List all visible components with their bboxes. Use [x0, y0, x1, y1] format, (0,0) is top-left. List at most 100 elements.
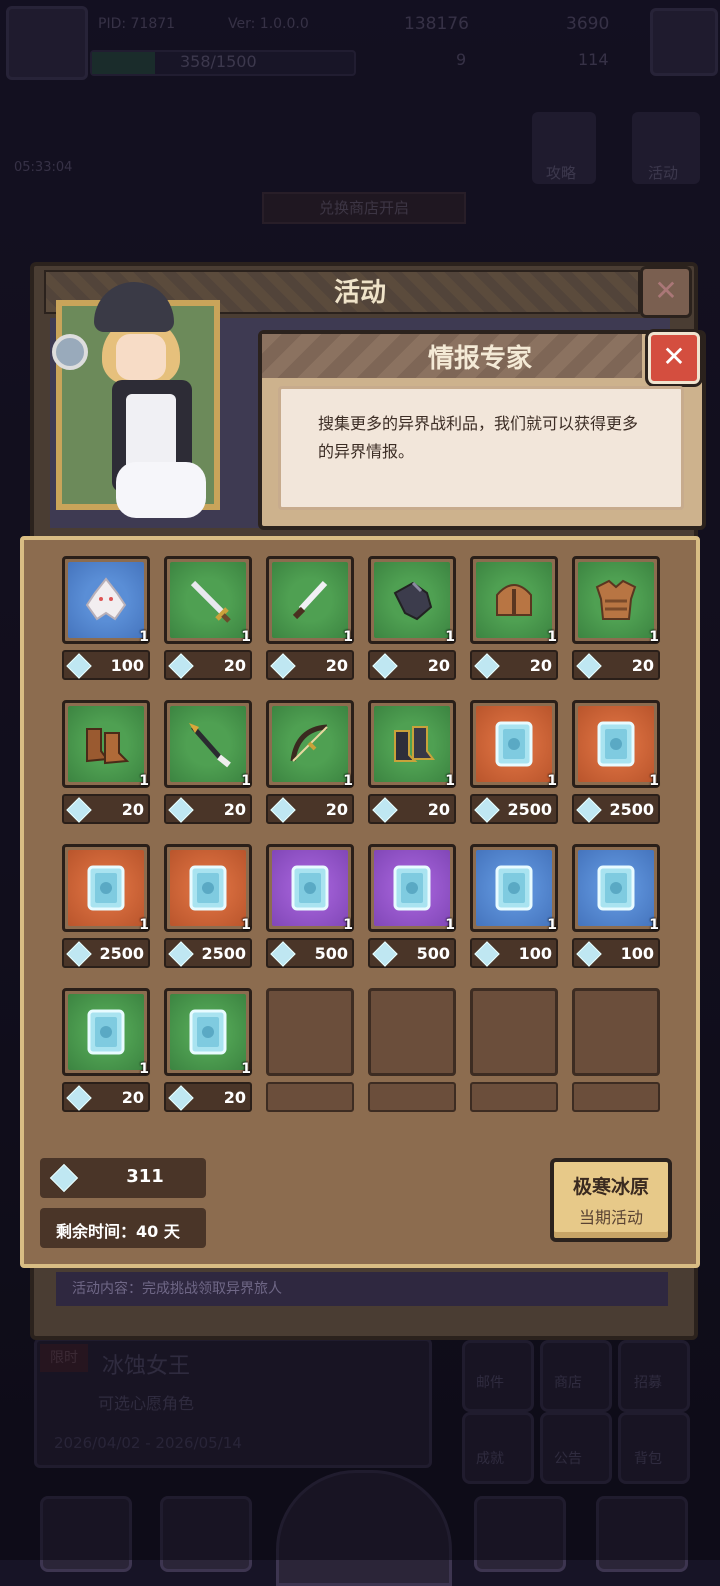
- item-quantity: 1: [139, 629, 149, 645]
- coin-count: 138176: [404, 14, 469, 34]
- bow-icon: [285, 719, 335, 769]
- nav-button-5[interactable]: [596, 1496, 688, 1572]
- shop-item-slot[interactable]: 1: [164, 844, 252, 933]
- guide-label: 攻略: [546, 164, 577, 182]
- currency-amount: 311: [126, 1166, 164, 1187]
- price-amount: 500: [416, 944, 450, 963]
- item-price: 20: [164, 1082, 252, 1112]
- shop-item-slot[interactable]: 1: [62, 700, 150, 789]
- settings-gear-icon[interactable]: [650, 8, 718, 76]
- item-quantity: 1: [241, 629, 251, 645]
- item-quantity: 1: [547, 917, 557, 933]
- current-event-button[interactable]: 极寒冰原 当期活动: [550, 1158, 672, 1242]
- level-progress-fill: [92, 52, 155, 74]
- crystal-icon: [474, 941, 500, 967]
- shop-item-slot[interactable]: 1: [368, 844, 456, 933]
- currency-box: 311: [40, 1158, 206, 1198]
- crystal-icon: [270, 797, 296, 823]
- top-bar: PID: 71871 Ver: 1.0.0.0 138176 3690 358/…: [0, 0, 720, 80]
- price-amount: 2500: [99, 944, 144, 963]
- crystal-icon: [66, 653, 92, 679]
- item-quantity: 1: [139, 1061, 149, 1077]
- empty-slot: [470, 988, 558, 1076]
- price-amount: 20: [223, 1088, 246, 1107]
- armor-icon: [591, 575, 641, 625]
- rune-card-icon: [183, 1007, 233, 1057]
- shop-item-slot[interactable]: 1: [572, 556, 660, 645]
- item-price: 20: [266, 650, 354, 680]
- nav-button-1[interactable]: [40, 1496, 132, 1572]
- crystal-icon: [49, 1163, 79, 1193]
- player-id: PID: 71871: [98, 16, 176, 32]
- gauntlet-icon: [387, 575, 437, 625]
- item-quantity: 1: [139, 773, 149, 789]
- item-quantity: 1: [343, 917, 353, 933]
- empty-price: [368, 1082, 456, 1112]
- shop-item-slot[interactable]: 1: [266, 556, 354, 645]
- nav-button-2[interactable]: [160, 1496, 252, 1572]
- shop-item-slot[interactable]: 1: [470, 844, 558, 933]
- crystal-icon: [576, 653, 602, 679]
- crystal-icon: [168, 941, 194, 967]
- shop-item-slot[interactable]: 1: [62, 988, 150, 1077]
- price-amount: 2500: [507, 800, 552, 819]
- shop-item-slot[interactable]: 1: [266, 700, 354, 789]
- dialog-close-icon[interactable]: ✕: [648, 332, 700, 384]
- maid-character-icon: [52, 282, 232, 532]
- player-avatar[interactable]: [6, 6, 88, 80]
- rune-card-icon: [183, 863, 233, 913]
- price-amount: 100: [110, 656, 144, 675]
- shop-item-slot[interactable]: 1: [164, 700, 252, 789]
- shop-item-slot[interactable]: 1: [572, 700, 660, 789]
- panel-close-icon[interactable]: ✕: [640, 266, 692, 318]
- panel-title: 活动: [333, 278, 386, 308]
- shop-item-slot[interactable]: 1: [164, 556, 252, 645]
- item-quantity: 1: [445, 773, 455, 789]
- shop-open-banner: 兑换商店开启: [262, 192, 466, 224]
- item-quantity: 1: [139, 917, 149, 933]
- shop-item-slot[interactable]: 1: [62, 556, 150, 645]
- item-quantity: 1: [241, 1061, 251, 1077]
- empty-price: [266, 1082, 354, 1112]
- rune-card-icon: [285, 863, 335, 913]
- event-name: 冰蚀女王: [102, 1354, 191, 1379]
- activity-label: 活动: [648, 164, 679, 182]
- item-price: 20: [368, 650, 456, 680]
- shop-item-slot[interactable]: 1: [266, 844, 354, 933]
- price-amount: 20: [223, 656, 246, 675]
- greaves-icon: [387, 719, 437, 769]
- item-price: 20: [266, 794, 354, 824]
- price-amount: 2500: [609, 800, 654, 819]
- item-quantity: 1: [547, 773, 557, 789]
- price-amount: 20: [121, 800, 144, 819]
- shop-item-slot[interactable]: 1: [470, 700, 558, 789]
- nav-button-4[interactable]: [474, 1496, 566, 1572]
- price-amount: 20: [121, 1088, 144, 1107]
- price-amount: 2500: [201, 944, 246, 963]
- shop-item-slot[interactable]: 1: [470, 556, 558, 645]
- shop-item-slot[interactable]: 1: [572, 844, 660, 933]
- gift-timer: 05:33:04: [14, 160, 73, 175]
- white-dragon-icon: [81, 575, 131, 625]
- shop-item-slot[interactable]: 1: [368, 700, 456, 789]
- item-price: 20: [368, 794, 456, 824]
- magnifier-icon: [52, 334, 88, 370]
- rune-card-icon: [489, 719, 539, 769]
- crystal-icon: [168, 1085, 194, 1111]
- price-amount: 500: [314, 944, 348, 963]
- dialog-title: 情报专家: [427, 344, 532, 374]
- shop-item-slot[interactable]: 1: [164, 988, 252, 1077]
- crystal-icon: [372, 941, 398, 967]
- item-price: 20: [62, 794, 150, 824]
- price-amount: 20: [325, 656, 348, 675]
- shop-item-slot[interactable]: 1: [62, 844, 150, 933]
- event-dates: 2026/04/02 - 2026/05/14: [54, 1434, 242, 1452]
- rune-card-icon: [81, 863, 131, 913]
- rune-card-icon: [387, 863, 437, 913]
- time-left: 剩余时间：40 天: [56, 1222, 180, 1241]
- empty-slot: [266, 988, 354, 1076]
- shop-item-slot[interactable]: 1: [368, 556, 456, 645]
- item-quantity: 1: [649, 773, 659, 789]
- notice-label: 公告: [554, 1451, 582, 1467]
- item-price: 2500: [470, 794, 558, 824]
